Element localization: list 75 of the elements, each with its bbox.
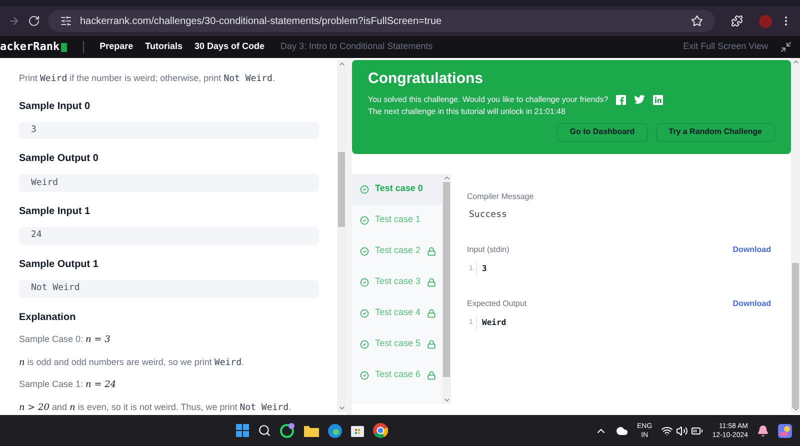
extensions-icon[interactable] — [731, 15, 743, 27]
breadcrumb-current: Day 3: Intro to Conditional Statements — [280, 40, 433, 54]
paragraph: n > 20 and n is even, so it is not weird. Thus, we print Not Weird. — [19, 400, 292, 414]
search-icon[interactable] — [258, 424, 270, 437]
banner-button[interactable]: Go to Dashboard — [556, 122, 648, 142]
volume-icon[interactable] — [676, 424, 688, 436]
scrollbar[interactable] — [337, 60, 346, 412]
battery-icon[interactable] — [691, 424, 704, 436]
nav-link[interactable]: Prepare — [100, 40, 134, 54]
scroll-down-icon[interactable] — [792, 405, 800, 413]
test-case-tab[interactable]: Test case 0 — [352, 174, 442, 204]
scrollbar-thumb[interactable] — [443, 182, 450, 376]
compiler-message-label: Compiler Message — [467, 190, 535, 202]
check-icon — [360, 340, 369, 348]
check-icon — [360, 370, 369, 380]
section-heading: Sample Input 1 — [19, 205, 92, 220]
scroll-up-icon[interactable] — [792, 58, 800, 66]
address-bar[interactable]: hackerrank.com/challenges/30-conditional-statements/problem?isFullScreen=true — [48, 10, 715, 32]
linkedin-icon[interactable] — [653, 94, 664, 104]
paragraph: Sample Case 0: n = 3 — [19, 333, 112, 347]
paragraph: n is odd and odd numbers are weird, so we print Weird. — [19, 356, 246, 370]
start-icon[interactable] — [236, 424, 248, 437]
nav-link[interactable]: 30 Days of Code — [194, 40, 265, 54]
check-icon — [360, 216, 369, 224]
sample-code-block: 3 — [19, 122, 319, 140]
section-label: Input (stdin) — [467, 244, 510, 256]
scroll-down-icon[interactable] — [338, 404, 346, 412]
section-heading: Sample Output 0 — [19, 152, 100, 166]
url-text: hackerrank.com/challenges/30-conditional-statements/problem?isFullScreen=true — [80, 14, 443, 28]
download-link[interactable]: Download — [732, 244, 771, 256]
section-label: Expected Output — [467, 298, 527, 310]
minimize-icon[interactable] — [780, 41, 792, 53]
chrome-icon[interactable] — [372, 423, 388, 438]
store-icon[interactable] — [350, 424, 364, 437]
banner-title: Congratulations — [368, 69, 484, 89]
forward-icon[interactable] — [8, 15, 20, 27]
notification-icon[interactable] — [757, 424, 769, 436]
bookmark-star-icon[interactable] — [691, 15, 703, 27]
check-icon — [360, 246, 369, 256]
scrollbar[interactable] — [442, 174, 451, 404]
check-icon — [360, 184, 369, 194]
facebook-icon[interactable] — [616, 94, 626, 104]
compiler-message: Success — [469, 208, 508, 222]
download-link[interactable]: Download — [732, 298, 771, 310]
exit-fullscreen-link[interactable]: Exit Full Screen View — [683, 40, 768, 54]
paragraph: Sample Case 1: n = 24 — [19, 378, 118, 392]
folder-icon[interactable] — [304, 424, 318, 436]
sample-code-block: Not Weird — [19, 280, 319, 298]
wifi-icon[interactable] — [661, 424, 674, 436]
twitter-icon[interactable] — [634, 95, 646, 104]
scrollbar-thumb[interactable] — [338, 152, 345, 227]
reload-icon[interactable] — [28, 15, 40, 27]
output-value: 3 — [482, 263, 487, 275]
scrollbar-thumb[interactable] — [792, 263, 799, 408]
check-icon — [360, 308, 369, 318]
scroll-up-icon[interactable] — [338, 60, 346, 68]
scrollbar[interactable] — [791, 58, 800, 413]
banner-message: You solved this challenge. Would you like to challenge your friends? — [368, 94, 608, 106]
banner-button[interactable]: Try a Random Challenge — [656, 122, 775, 142]
nav-link[interactable]: Tutorials — [145, 40, 182, 54]
sample-code-block: 24 — [19, 227, 319, 246]
sample-code-block: Weird — [19, 174, 319, 192]
chat-app-icon[interactable] — [280, 423, 294, 438]
browser-app-icon[interactable] — [328, 424, 342, 438]
widgets-icon[interactable] — [778, 424, 792, 438]
section-heading: Sample Input 0 — [19, 100, 92, 114]
site-info-icon[interactable] — [60, 15, 72, 27]
section-heading: Sample Output 1 — [19, 258, 100, 272]
check-icon — [360, 278, 369, 286]
paragraph: Print Weird if the number is weird; otherwise, print Not Weird. — [19, 72, 276, 86]
unlock-message: The next challenge in this tutorial will unlock in 21:01:48 — [368, 106, 566, 118]
cloud-icon[interactable] — [616, 424, 628, 436]
section-heading: Explanation — [19, 311, 77, 325]
output-value: Weird — [482, 317, 506, 329]
logo[interactable]: ackerRank — [0, 38, 67, 56]
